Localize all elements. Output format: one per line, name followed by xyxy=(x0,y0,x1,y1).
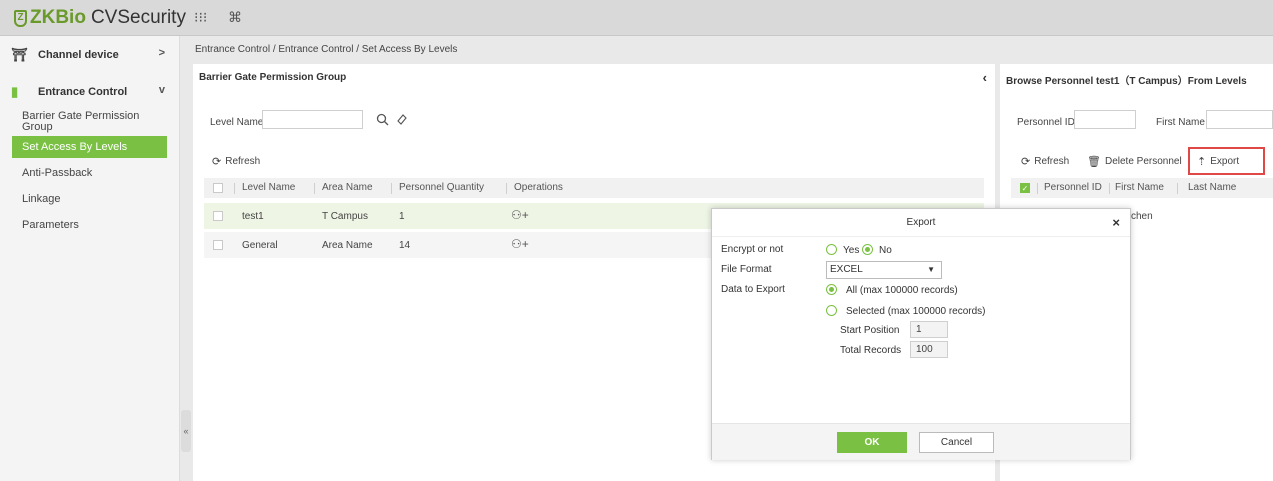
cancel-button[interactable]: Cancel xyxy=(919,432,994,453)
refresh-button[interactable]: ⟳ Refresh xyxy=(1021,155,1069,168)
level-name-input[interactable] xyxy=(262,110,363,129)
row-checkbox[interactable] xyxy=(213,211,223,221)
row-checkbox[interactable] xyxy=(213,240,223,250)
sidebar-item-linkage[interactable]: Linkage xyxy=(0,194,179,205)
column-header-last-name[interactable]: Last Name xyxy=(1188,182,1236,193)
first-name-label: First Name xyxy=(1156,117,1205,128)
export-selected-label: Selected (max 100000 records) xyxy=(846,306,986,317)
sidebar-collapse-handle[interactable]: « xyxy=(181,410,191,452)
file-format-select[interactable]: EXCEL ▼ xyxy=(826,261,942,279)
delete-personnel-button[interactable]: 🗑 Delete Personnel xyxy=(1087,155,1182,168)
table-header: ✓ Personnel ID First Name Last Name xyxy=(1011,178,1273,198)
refresh-button[interactable]: ⟳ Refresh xyxy=(212,155,260,168)
encrypt-yes-label: Yes xyxy=(843,245,860,256)
column-divider xyxy=(506,183,507,194)
cell-personnel-quantity: 1 xyxy=(399,211,405,222)
logo-shield-icon: Z xyxy=(14,9,27,27)
sidebar-item-parameters[interactable]: Parameters xyxy=(0,220,179,231)
chevron-right-icon: > xyxy=(158,47,165,59)
command-icon[interactable]: ⌘ xyxy=(228,9,242,26)
select-all-checkbox[interactable] xyxy=(213,183,223,193)
sidebar-group-label: Channel device xyxy=(38,48,119,61)
cell-area-name: T Campus xyxy=(322,211,368,222)
caret-down-icon: ▼ xyxy=(927,265,935,274)
delete-personnel-label: Delete Personnel xyxy=(1104,156,1182,167)
export-all-label: All (max 100000 records) xyxy=(846,285,958,296)
close-icon[interactable]: × xyxy=(1112,215,1120,230)
add-personnel-icon[interactable]: ⚇+ xyxy=(511,237,529,251)
total-records-label: Total Records xyxy=(840,345,902,356)
personnel-id-label: Personnel ID xyxy=(1017,117,1075,128)
encrypt-yes-radio[interactable] xyxy=(826,244,837,255)
panel-title: Barrier Gate Permission Group xyxy=(199,72,347,83)
gate-icon: ▮ xyxy=(11,84,19,99)
total-records-input[interactable]: 100 xyxy=(910,341,948,358)
collapse-left-icon[interactable]: ‹ xyxy=(983,70,987,85)
column-header-personnel-quantity[interactable]: Personnel Quantity xyxy=(399,182,484,193)
chevron-down-icon: v xyxy=(158,84,165,96)
first-name-input[interactable] xyxy=(1206,110,1273,129)
column-header-area-name[interactable]: Area Name xyxy=(322,182,373,193)
refresh-icon: ⟳ xyxy=(212,156,222,168)
file-format-value: EXCEL xyxy=(830,264,863,275)
trash-icon: 🗑 xyxy=(1087,156,1101,168)
cell-level-name: General xyxy=(242,240,278,251)
export-highlight-box xyxy=(1188,147,1265,175)
sidebar-item-anti-passback[interactable]: Anti-Passback xyxy=(0,168,179,179)
sidebar: ⛩ Channel device > ▮ Entrance Control v … xyxy=(0,36,180,481)
export-selected-radio[interactable] xyxy=(826,305,837,316)
column-divider xyxy=(391,183,392,194)
refresh-label: Refresh xyxy=(225,156,261,167)
refresh-label: Refresh xyxy=(1034,156,1070,167)
sidebar-group-entrance-control[interactable]: ▮ Entrance Control v xyxy=(0,75,179,108)
start-position-label: Start Position xyxy=(840,325,900,336)
search-icon[interactable] xyxy=(376,113,389,126)
cell-personnel-quantity: 14 xyxy=(399,240,411,251)
encrypt-label: Encrypt or not xyxy=(721,244,784,255)
logo-zk-text: ZKBio xyxy=(30,7,86,28)
table-header: Level Name Area Name Personnel Quantity … xyxy=(204,178,984,198)
encrypt-no-radio[interactable] xyxy=(862,244,873,255)
file-format-label: File Format xyxy=(721,264,772,275)
export-dialog: Export × Encrypt or not Yes No File Form… xyxy=(711,208,1131,460)
cell-first-name: chen xyxy=(1131,211,1153,222)
app-logo: Z ZKBio CVSecurity xyxy=(14,7,186,29)
column-header-level-name[interactable]: Level Name xyxy=(242,182,295,193)
column-divider xyxy=(1037,183,1038,194)
column-divider xyxy=(234,183,235,194)
column-header-operations: Operations xyxy=(514,182,563,193)
sidebar-group-channel-device[interactable]: ⛩ Channel device > xyxy=(0,38,179,71)
panel-title: Browse Personnel test1（T Campus）From Lev… xyxy=(1006,76,1247,87)
sidebar-item-set-access-by-levels[interactable]: Set Access By Levels xyxy=(12,136,167,158)
column-divider xyxy=(1177,183,1178,194)
add-personnel-icon[interactable]: ⚇+ xyxy=(511,208,529,222)
column-divider xyxy=(314,183,315,194)
column-header-personnel-id[interactable]: Personnel ID xyxy=(1044,182,1102,193)
channel-device-icon: ⛩ xyxy=(11,47,28,62)
dialog-title: Export xyxy=(712,209,1130,237)
column-divider xyxy=(1109,183,1110,194)
ok-button[interactable]: OK xyxy=(837,432,907,453)
select-all-checkbox[interactable]: ✓ xyxy=(1020,183,1030,193)
top-bar: Z ZKBio CVSecurity ⁝⁝⁝ ⌘ xyxy=(0,0,1273,36)
personnel-id-input[interactable] xyxy=(1074,110,1136,129)
apps-grid-icon[interactable]: ⁝⁝⁝ xyxy=(194,9,207,26)
breadcrumb: Entrance Control / Entrance Control / Se… xyxy=(195,44,458,55)
level-name-label: Level Name xyxy=(210,117,264,128)
sidebar-group-label: Entrance Control xyxy=(38,85,128,98)
column-header-first-name[interactable]: First Name xyxy=(1115,182,1164,193)
refresh-icon: ⟳ xyxy=(1021,156,1031,168)
start-position-input[interactable]: 1 xyxy=(910,321,948,338)
encrypt-no-label: No xyxy=(879,245,892,256)
clear-eraser-icon[interactable] xyxy=(396,113,408,125)
logo-product-text: CVSecurity xyxy=(90,7,186,28)
data-to-export-label: Data to Export xyxy=(721,284,785,295)
cell-level-name: test1 xyxy=(242,211,264,222)
sidebar-item-barrier-gate-permission-group[interactable]: Barrier Gate Permission Group xyxy=(0,111,140,133)
export-all-radio[interactable] xyxy=(826,284,837,295)
cell-area-name: Area Name xyxy=(322,240,373,251)
dialog-footer: OK Cancel xyxy=(712,423,1130,460)
